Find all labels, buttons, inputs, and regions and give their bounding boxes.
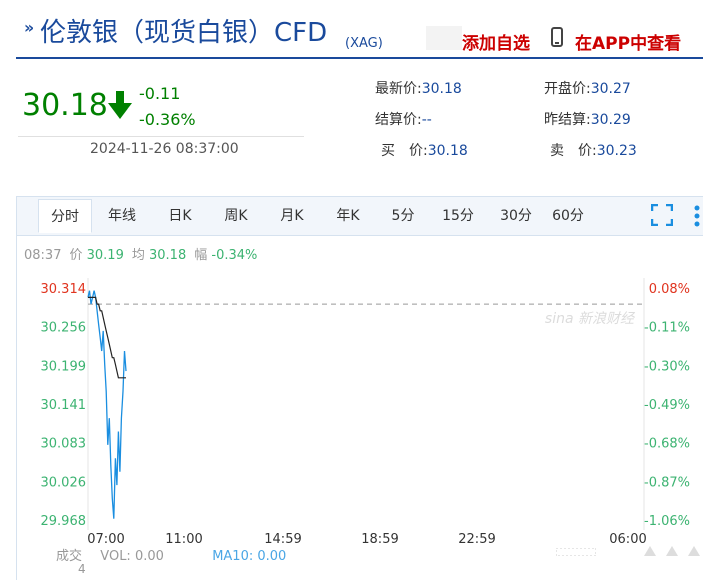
price-divider	[18, 136, 304, 137]
info-price: 30.19	[86, 248, 124, 263]
volume-scrollbar[interactable]	[556, 548, 596, 556]
add-watchlist-button[interactable]: 添加自选	[462, 29, 530, 54]
tab-1[interactable]: 年线	[94, 199, 150, 233]
current-price: 30.18	[22, 88, 108, 123]
buy-label: 买 价:	[381, 143, 428, 159]
y-pct-tick-label: -0.11%	[644, 321, 690, 336]
prev-settle-label: 昨结算:	[544, 112, 591, 128]
average-series-line	[88, 296, 126, 379]
y-tick-label: 30.083	[41, 437, 87, 452]
y-tick-label: 30.199	[41, 359, 87, 374]
settle-value: --	[421, 112, 432, 128]
y-pct-tick-label: -0.49%	[644, 398, 690, 413]
price-series-line	[87, 290, 127, 519]
ad-placeholder	[426, 26, 462, 50]
tab-2[interactable]: 日K	[152, 199, 208, 233]
info-amp: -0.34%	[211, 248, 258, 263]
price-change: -0.11	[139, 84, 181, 103]
latest-label: 最新价:	[375, 81, 422, 97]
y-tick-label: 30.314	[41, 282, 87, 297]
sell-label: 卖 价:	[550, 143, 597, 159]
latest-value: 30.18	[421, 81, 462, 97]
tab-9[interactable]: 60分	[544, 199, 592, 233]
y-pct-tick-label: -0.30%	[644, 359, 690, 374]
tab-8[interactable]: 30分	[488, 199, 544, 233]
quote-timestamp: 2024-11-26 08:37:00	[90, 141, 239, 157]
open-price-row: 开盘价:30.27	[544, 78, 631, 98]
view-in-app-button[interactable]: 在APP中查看	[575, 29, 681, 54]
x-tick-label: 22:59	[458, 532, 495, 547]
info-avg-label: 均	[131, 248, 145, 263]
fullscreen-icon[interactable]	[651, 204, 673, 226]
y-tick-label: 29.968	[41, 514, 87, 529]
sell-price-row: 卖 价:30.23	[550, 140, 637, 160]
chart-info-bar: 08:37 价 30.19 均 30.18 幅 -0.34%	[24, 244, 257, 263]
info-avg: 30.18	[149, 248, 187, 263]
open-label: 开盘价:	[544, 81, 591, 97]
tab-6[interactable]: 5分	[378, 199, 428, 233]
tab-3[interactable]: 周K	[208, 199, 264, 233]
intraday-chart[interactable]: 30.314 30.256 30.199 30.141 30.083 30.026 29.9…	[0, 270, 703, 580]
tab-4[interactable]: 月K	[264, 199, 320, 233]
vol-value: VOL: 0.00	[100, 549, 164, 564]
header-divider	[16, 57, 703, 59]
tab-5[interactable]: 年K	[320, 199, 376, 233]
y-pct-tick-label: -0.87%	[644, 475, 690, 490]
info-price-label: 价	[69, 248, 83, 263]
x-tick-label: 06:00	[609, 532, 646, 547]
ma10-value: MA10: 0.00	[212, 549, 287, 564]
volume-count: 4	[78, 562, 86, 576]
y-pct-tick-label: 0.08%	[649, 282, 690, 297]
buy-price-row: 买 价:30.18	[381, 140, 468, 160]
settle-price-row: 结算价:--	[375, 109, 432, 129]
sina-watermark: sina 新浪财经	[545, 311, 636, 327]
tab-7[interactable]: 15分	[430, 199, 486, 233]
y-tick-label: 30.141	[41, 398, 87, 413]
symbol-code: (XAG)	[345, 36, 383, 51]
open-value: 30.27	[590, 81, 631, 97]
volume-bar: 成交 VOL: 0.00 MA10: 0.00	[56, 545, 286, 564]
prev-settle-value: 30.29	[590, 112, 631, 128]
y-pct-tick-label: -1.06%	[644, 514, 690, 529]
latest-price-row: 最新价:30.18	[375, 78, 462, 98]
x-tick-label: 18:59	[361, 532, 398, 547]
phone-icon	[551, 27, 563, 47]
settle-label: 结算价:	[375, 112, 422, 128]
info-amp-label: 幅	[194, 248, 208, 263]
prev-settle-row: 昨结算:30.29	[544, 109, 631, 129]
y-tick-label: 30.256	[41, 321, 87, 336]
title-chevron-icon: ››	[24, 18, 34, 37]
y-tick-label: 30.026	[41, 475, 87, 490]
more-options-icon[interactable]	[694, 204, 700, 228]
tab-0[interactable]: 分时	[38, 199, 92, 233]
sell-value: 30.23	[596, 143, 637, 159]
info-time: 08:37	[24, 248, 62, 263]
buy-value: 30.18	[427, 143, 468, 159]
page-title: 伦敦银（现货白银）CFD	[40, 18, 328, 48]
down-arrow-icon	[108, 91, 132, 119]
price-change-percent: -0.36%	[139, 110, 196, 129]
y-pct-tick-label: -0.68%	[644, 437, 690, 452]
volume-triangles[interactable]	[644, 546, 700, 558]
